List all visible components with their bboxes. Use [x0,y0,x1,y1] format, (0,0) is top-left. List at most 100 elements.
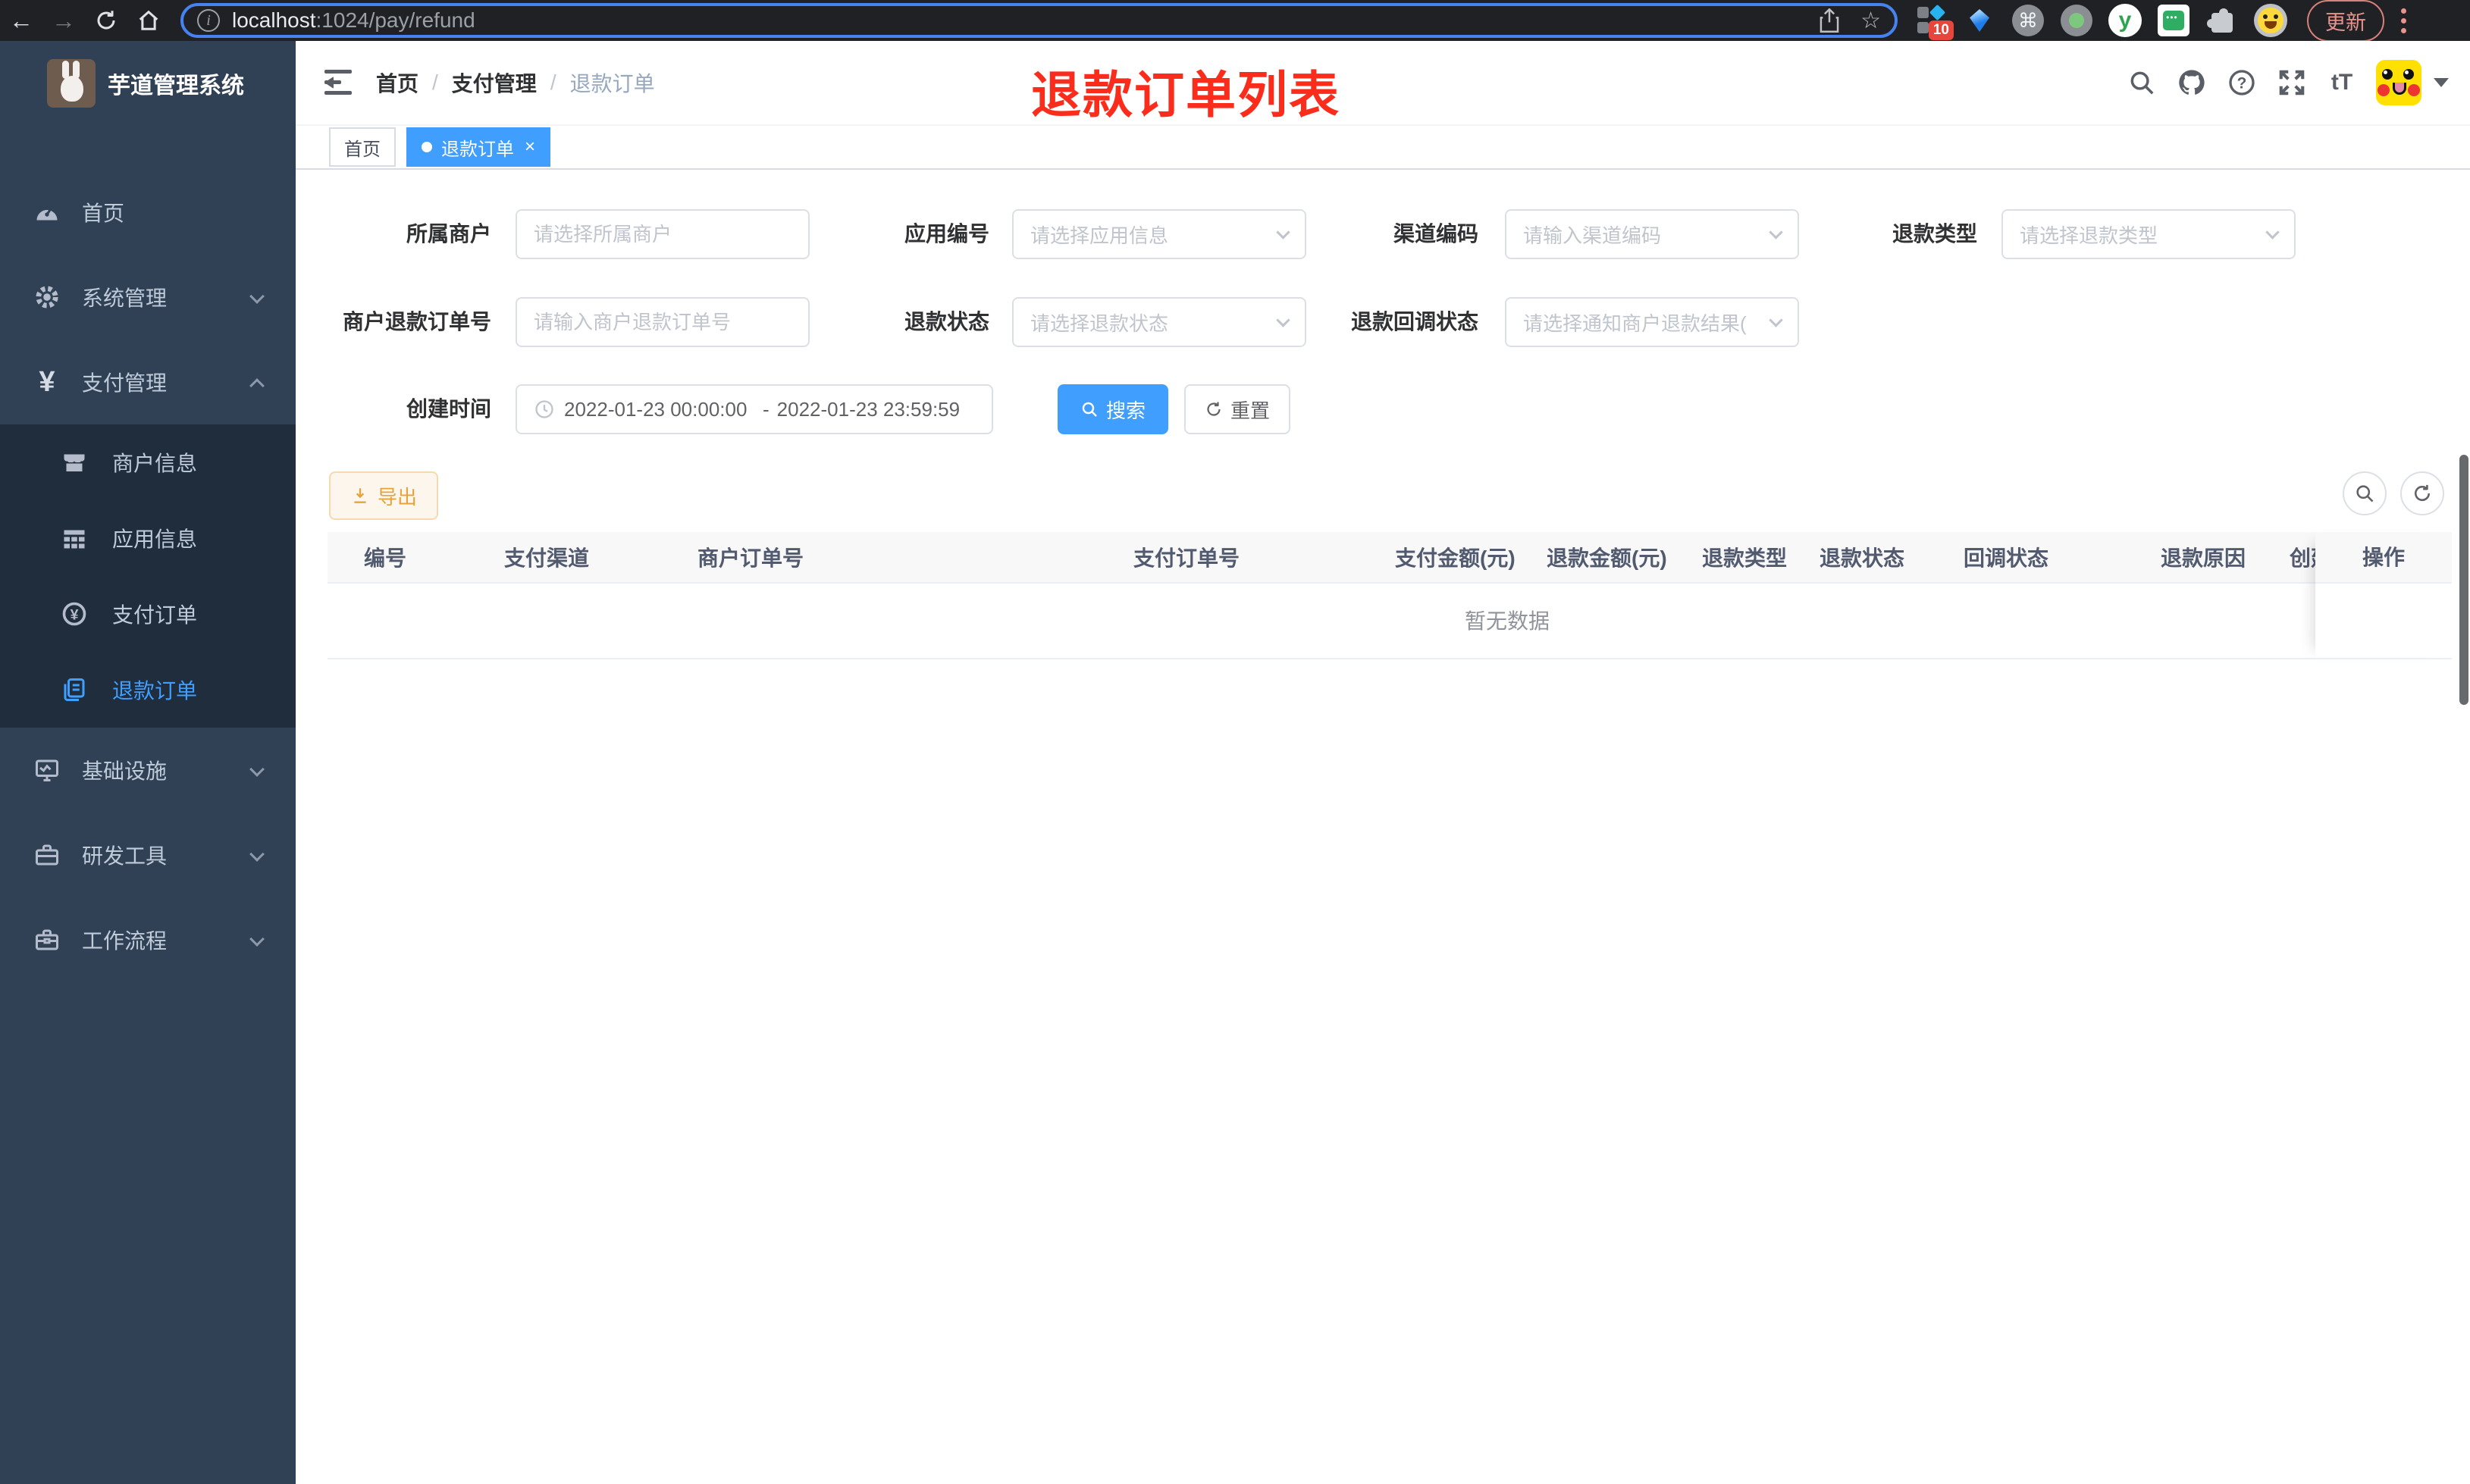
topbar-actions: ? tT [2117,40,2449,125]
extension-y-icon[interactable]: y [2108,4,2142,37]
grid-table-icon [59,523,89,553]
url-bar[interactable]: i localhost:1024/pay/refund ☆ [180,3,1898,38]
show-search-toggle-button[interactable] [2343,471,2387,515]
filter-label-refund-status: 退款状态 [904,310,989,333]
extension-chat-icon[interactable] [2157,4,2190,37]
sidebar-item-devtools[interactable]: 研发工具 [0,812,296,897]
sidebar-item-system[interactable]: 系统管理 [0,255,296,340]
browser-home-icon[interactable] [127,0,170,41]
refund-document-icon [59,675,89,705]
extension-emoji-icon[interactable] [2254,4,2287,37]
chevron-down-icon [2265,224,2280,240]
page-scrollbar-thumb[interactable] [2459,455,2468,705]
tab-refund-order[interactable]: 退款订单 × [406,127,551,167]
browser-back-icon[interactable]: ← [0,0,42,41]
owner-merchant-field[interactable] [534,222,791,246]
sidebar-item-label: 支付订单 [112,603,198,627]
clock-icon [535,400,553,418]
create-time-range-picker[interactable]: 2022-01-23 00:00:00 - 2022-01-23 23:59:5… [516,384,993,434]
yen-icon: ¥ [39,365,55,398]
channel-code-select[interactable]: 请输入渠道编码 [1505,209,1799,259]
bookmark-star-icon[interactable]: ☆ [1860,8,1881,34]
svg-text:?: ? [2237,75,2247,92]
reset-button[interactable]: 重置 [1184,384,1290,434]
sidebar-collapse-icon[interactable] [321,67,355,98]
user-avatar[interactable] [2376,60,2421,105]
avatar-caret-down-icon[interactable] [2434,78,2449,87]
refund-type-select[interactable]: 请选择退款类型 [2001,209,2296,259]
sidebar-item-pay-order[interactable]: ¥ 支付订单 [0,576,296,652]
site-info-icon[interactable]: i [197,9,220,32]
command-icon: ⌘ [2012,5,2044,36]
extension-command-icon[interactable]: ⌘ [2011,4,2045,37]
refund-status-select[interactable]: 请选择退款状态 [1012,297,1306,347]
column-header: 创建时间 [2290,546,2315,570]
tab-home[interactable]: 首页 [329,127,396,167]
app-no-select[interactable]: 请选择应用信息 [1012,209,1306,259]
chrome-update-button[interactable]: 更新 [2307,0,2384,42]
extensions-area: 10 ⌘ y [1914,4,2287,40]
breadcrumb-separator: / [550,70,556,94]
merchant-refund-no-field[interactable] [534,310,791,334]
sidebar-logo[interactable]: 芋道管理系统 [0,41,296,126]
extension-gem-icon[interactable] [1963,4,1996,37]
sidebar-item-label: 系统管理 [82,286,168,310]
tab-close-icon[interactable]: × [525,138,535,156]
sidebar-item-pay[interactable]: ¥ 支付管理 [0,340,296,424]
chevron-down-icon [1769,312,1783,327]
sidebar-item-label: 商户信息 [112,452,198,475]
sidebar-item-label: 退款订单 [112,679,198,703]
sidebar-item-refund-order[interactable]: 退款订单 [0,652,296,728]
shop-icon [59,447,89,477]
chrome-menu-kebab-icon[interactable] [2396,4,2411,38]
table-fixed-column: 操作 [2315,532,2452,659]
breadcrumb-separator: / [432,70,438,94]
sidebar-item-label: 首页 [82,202,125,225]
browser-forward-icon[interactable]: → [42,0,85,41]
breadcrumb-pay[interactable]: 支付管理 [452,67,537,98]
sidebar-item-label: 研发工具 [82,844,168,868]
pay-submenu: 商户信息 应用信息 ¥ 支付订单 退款订单 [0,424,296,728]
sidebar-item-merchant-info[interactable]: 商户信息 [0,424,296,500]
help-icon[interactable]: ? [2217,40,2267,125]
notify-status-select[interactable]: 请选择通知商户退款结果( [1505,297,1799,347]
filter-label-refund-type: 退款类型 [1892,222,1977,246]
extension-recorder-icon[interactable] [2060,4,2093,37]
merchant-refund-no-input[interactable] [516,297,810,347]
sidebar-item-app-info[interactable]: 应用信息 [0,500,296,576]
sidebar-item-home[interactable]: 首页 [0,170,296,255]
chevron-down-icon [249,847,265,862]
font-size-icon[interactable]: tT [2317,40,2367,125]
page-title-annotation: 退款订单列表 [1031,67,1340,123]
owner-merchant-input[interactable] [516,209,810,259]
topbar: 首页 / 支付管理 / 退款订单 退款订单列表 ? tT [296,41,2470,126]
sidebar-item-infra[interactable]: 基础设施 [0,728,296,812]
download-icon [354,488,366,503]
filter-label-channel-code: 渠道编码 [1393,222,1478,246]
browser-reload-icon[interactable] [85,0,127,41]
share-icon[interactable] [1818,8,1841,33]
url-host: localhost [232,8,316,32]
monitor-icon [32,755,62,785]
export-button[interactable]: 导出 [329,471,438,520]
extensions-puzzle-icon[interactable] [2205,4,2239,37]
yen-circle-icon: ¥ [59,599,89,629]
extension-tabs-manager-icon[interactable]: 10 [1914,4,1954,40]
table-empty-row: 暂无数据 [328,584,2315,659]
search-button[interactable]: 搜索 [1058,384,1168,434]
green-chat-icon [2158,5,2189,36]
page-content: 所属商户 应用编号 请选择应用信息 渠道编码 请输入渠道编码 退款类型 请选择退… [296,170,2470,1484]
github-icon[interactable] [2167,40,2217,125]
refresh-table-button[interactable] [2400,471,2444,515]
fixed-column-empty-cell [2315,584,2452,659]
column-header: 退款金额(元) [1547,546,1667,570]
sidebar-item-workflow[interactable]: 工作流程 [0,897,296,982]
date-range-end: 2022-01-23 23:59:59 [776,397,961,421]
table-header-row: 编号 支付渠道 商户订单号 支付订单号 支付金额(元) 退款金额(元) 退款类型… [328,532,2315,584]
breadcrumb-home[interactable]: 首页 [376,67,418,98]
green-dot-icon [2061,5,2092,36]
header-search-icon[interactable] [2117,40,2167,125]
refresh-icon [2415,484,2431,502]
url-text[interactable]: localhost:1024/pay/refund [232,8,1798,33]
fullscreen-icon[interactable] [2267,40,2317,125]
